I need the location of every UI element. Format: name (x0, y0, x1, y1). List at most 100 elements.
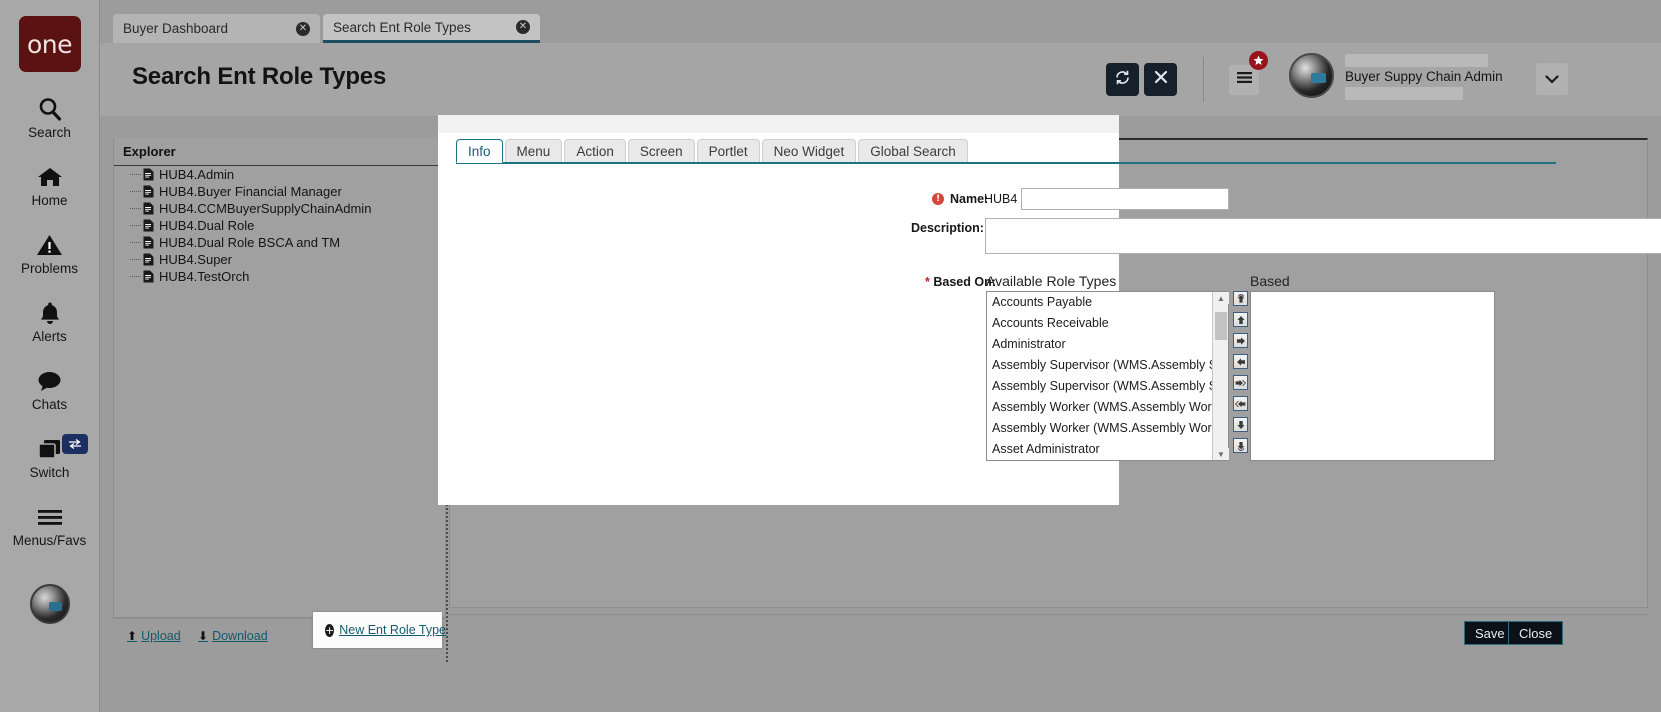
move-all-up-button[interactable] (1233, 291, 1248, 306)
brand-logo[interactable]: one (19, 16, 81, 72)
brand-logo-text: one (27, 30, 72, 59)
list-item[interactable]: Accounts Receivable (987, 313, 1228, 334)
tab-global-search[interactable]: Global Search (858, 139, 968, 163)
dialog-tab-bar: Info Menu Action Screen Portlet Neo Widg… (456, 138, 970, 163)
tab-portlet[interactable]: Portlet (697, 139, 760, 163)
upload-link[interactable]: ⬆ Upload (127, 629, 181, 643)
double-arrow-right-icon (1235, 378, 1246, 388)
scrollbar-thumb[interactable] (1215, 312, 1227, 340)
scroll-up-arrow-icon[interactable]: ▲ (1213, 292, 1229, 304)
move-all-left-button[interactable] (1233, 396, 1248, 411)
browser-tab-buyer-dashboard[interactable]: Buyer Dashboard ✕ (113, 14, 320, 43)
move-down-button[interactable] (1233, 417, 1248, 432)
list-item[interactable]: HUB4.Dual Role BSCA and TM (114, 234, 447, 251)
nav-item-label: Alerts (32, 329, 67, 344)
list-item[interactable]: HUB4.CCMBuyerSupplyChainAdmin (114, 200, 447, 217)
close-button[interactable]: Close (1508, 621, 1563, 645)
browser-tab-label: Search Ent Role Types (333, 20, 500, 35)
divider (449, 614, 1648, 615)
list-item[interactable]: Administrator (987, 334, 1228, 355)
nav-item-label: Search (28, 125, 71, 140)
move-all-down-button[interactable] (1233, 438, 1248, 453)
available-list-scrollbar[interactable]: ▲ ▼ (1212, 292, 1228, 460)
browser-tab-search-ent-role-types[interactable]: Search Ent Role Types ✕ (323, 14, 540, 43)
list-item[interactable]: HUB4.Dual Role (114, 217, 447, 234)
nav-item-label: Menus/Favs (13, 533, 87, 548)
new-ent-role-type-popup[interactable]: + New Ent Role Type (313, 612, 442, 648)
list-item[interactable]: HUB4.Super (114, 251, 447, 268)
list-item[interactable]: HUB4.Admin (114, 166, 447, 183)
document-icon (143, 185, 154, 198)
based-on-role-types-list[interactable] (1250, 291, 1495, 461)
close-circle-icon[interactable]: ✕ (296, 22, 310, 36)
nav-item-search[interactable]: Search (0, 94, 100, 140)
nav-item-menus-favs[interactable]: Menus/Favs (0, 502, 100, 548)
nav-item-label: Problems (21, 261, 78, 276)
list-item[interactable]: Assembly Worker (WMS.Assembly Worker) (987, 418, 1228, 439)
app-root: one Search Home Problems Alerts (0, 0, 1661, 712)
tab-menu[interactable]: Menu (505, 139, 563, 163)
arrow-left-icon (1236, 357, 1246, 367)
tree-connector (130, 208, 141, 209)
list-item[interactable]: Asset Administrator (987, 439, 1228, 460)
name-input[interactable] (1021, 188, 1229, 210)
chat-bubble-icon (36, 366, 63, 396)
avatar[interactable] (30, 584, 70, 624)
list-item-label: HUB4.Dual Role BSCA and TM (159, 235, 340, 250)
tree-connector (130, 174, 141, 175)
refresh-button[interactable] (1106, 63, 1139, 96)
close-button-label: Close (1519, 626, 1552, 641)
tab-neo-widget[interactable]: Neo Widget (762, 139, 857, 163)
available-role-types-list[interactable]: Accounts Payable Accounts Receivable Adm… (986, 291, 1229, 461)
save-button-label: Save (1475, 626, 1505, 641)
scroll-down-arrow-icon[interactable]: ▼ (1213, 448, 1229, 460)
arrow-up-icon: ⬆ (127, 629, 137, 643)
move-all-right-button[interactable] (1233, 375, 1248, 390)
list-item[interactable]: Accounts Payable (987, 292, 1228, 313)
close-circle-icon[interactable]: ✕ (516, 20, 530, 34)
list-item-label: HUB4.Buyer Financial Manager (159, 184, 342, 199)
avatar[interactable] (1289, 53, 1334, 98)
warning-triangle-icon (36, 230, 63, 260)
tab-action[interactable]: Action (564, 139, 626, 163)
list-item-label: HUB4.CCMBuyerSupplyChainAdmin (159, 201, 371, 216)
explorer-title: Explorer (123, 144, 176, 159)
nav-item-alerts[interactable]: Alerts (0, 298, 100, 344)
plus-circle-icon: + (325, 624, 334, 637)
list-item[interactable]: HUB4.Buyer Financial Manager (114, 183, 447, 200)
page-title: Search Ent Role Types (132, 63, 386, 91)
list-item[interactable]: Assembly Worker (WMS.Assembly Worker) (987, 397, 1228, 418)
tab-screen[interactable]: Screen (628, 139, 695, 163)
nav-item-switch[interactable]: Switch (0, 434, 100, 480)
available-role-types-header: Available Role Types (986, 273, 1116, 289)
header-user-block: Buyer Suppy Chain Admin (1345, 53, 1530, 105)
list-item[interactable]: Assembly Supervisor (WMS.Assembly Supe (987, 355, 1228, 376)
nav-item-problems[interactable]: Problems (0, 230, 100, 276)
arrow-down-icon (1236, 420, 1246, 430)
nav-item-home[interactable]: Home (0, 162, 100, 208)
document-icon (143, 253, 154, 266)
browser-tab-label: Buyer Dashboard (123, 21, 280, 36)
list-item[interactable]: HUB4.TestOrch (114, 268, 447, 285)
upload-label: Upload (141, 629, 181, 643)
nav-item-label: Switch (30, 465, 70, 480)
name-field-row: ! Name: HUB4 . (438, 188, 1119, 210)
tab-info[interactable]: Info (456, 139, 503, 163)
name-label: Name: (950, 192, 988, 206)
description-input[interactable] (985, 218, 1661, 254)
move-left-button[interactable] (1233, 354, 1248, 369)
move-right-button[interactable] (1233, 333, 1248, 348)
nav-item-chats[interactable]: Chats (0, 366, 100, 412)
user-menu-dropdown[interactable] (1536, 63, 1568, 95)
swap-arrows-icon[interactable] (62, 434, 88, 454)
description-label: Description: (911, 221, 984, 235)
required-marker: * (925, 275, 930, 289)
document-icon (143, 236, 154, 249)
star-icon (1249, 51, 1268, 70)
list-item[interactable]: Assembly Supervisor (WMS.Assembly Supe (987, 376, 1228, 397)
close-button[interactable] (1144, 63, 1177, 96)
new-ent-role-type-link[interactable]: New Ent Role Type (339, 623, 446, 637)
document-icon (143, 168, 154, 181)
move-up-button[interactable] (1233, 312, 1248, 327)
download-link[interactable]: ⬇ Download (198, 629, 268, 643)
